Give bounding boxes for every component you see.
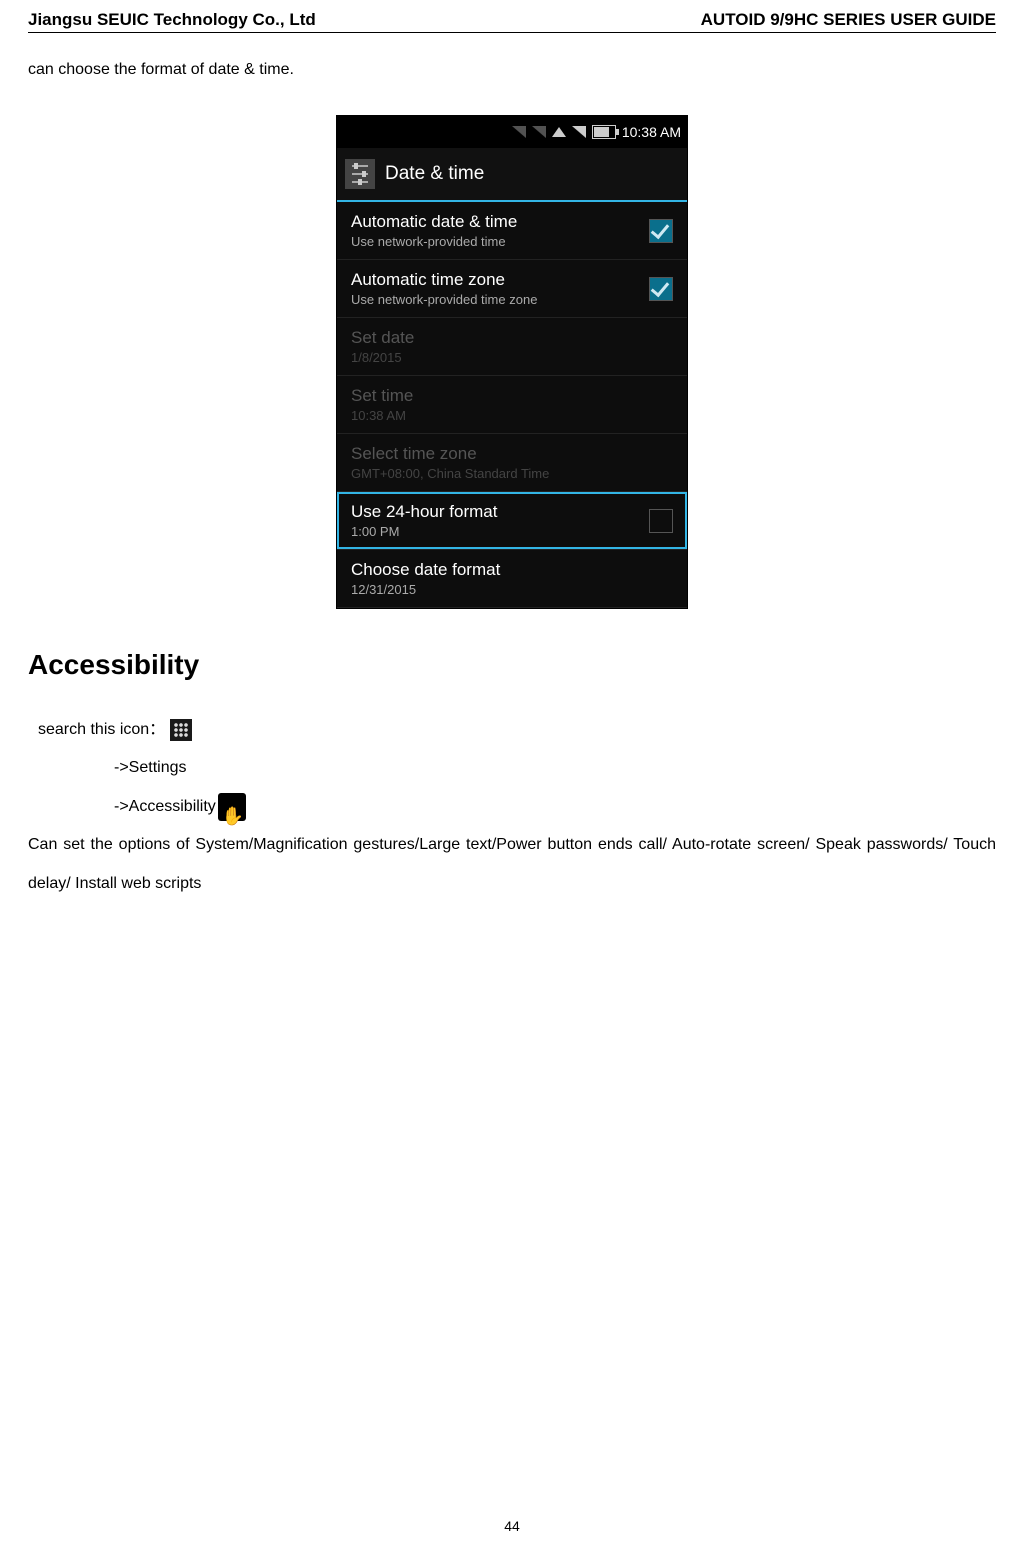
status-time: 10:38 AM — [622, 124, 681, 140]
nav-step-settings: ->Settings — [28, 749, 996, 787]
battery-icon — [592, 125, 616, 139]
row-title: Set date — [351, 328, 414, 348]
row-subtitle: Use network-provided time zone — [351, 292, 537, 307]
row-title: Use 24-hour format — [351, 502, 497, 522]
row-subtitle: 10:38 AM — [351, 408, 413, 423]
row-title: Automatic time zone — [351, 270, 537, 290]
row-title: Select time zone — [351, 444, 549, 464]
accessibility-hand-icon — [218, 793, 246, 821]
accessibility-description: Can set the options of System/Magnificat… — [28, 826, 996, 903]
checkbox[interactable] — [649, 219, 673, 243]
checkbox[interactable] — [649, 509, 673, 533]
settings-sliders-icon — [345, 159, 375, 189]
screenshot-figure: 10:38 AM Date & time Automatic date & ti… — [28, 115, 996, 609]
row-subtitle: 12/31/2015 — [351, 582, 500, 597]
titlebar-text: Date & time — [385, 163, 484, 185]
sim1-signal-icon — [512, 126, 526, 138]
search-icon-line: search this icon： — [28, 711, 996, 749]
row-subtitle: 1:00 PM — [351, 524, 497, 539]
settings-row-2: Set date 1/8/2015 — [337, 318, 687, 376]
section-heading-accessibility: Accessibility — [28, 649, 996, 681]
nav-step-accessibility-text: ->Accessibility — [114, 788, 216, 826]
nav-step-settings-text: ->Settings — [114, 749, 186, 787]
row-subtitle: 1/8/2015 — [351, 350, 414, 365]
page-header: Jiangsu SEUIC Technology Co., Ltd AUTOID… — [28, 10, 996, 30]
search-icon-label: search this icon： — [38, 721, 165, 738]
settings-titlebar: Date & time — [337, 148, 687, 202]
header-divider — [28, 32, 996, 33]
row-subtitle: Use network-provided time — [351, 234, 517, 249]
settings-row-1[interactable]: Automatic time zone Use network-provided … — [337, 260, 687, 318]
settings-row-5[interactable]: Use 24-hour format 1:00 PM — [337, 492, 687, 550]
sim2-signal-icon — [532, 126, 546, 138]
page-number: 44 — [0, 1518, 1024, 1534]
header-left: Jiangsu SEUIC Technology Co., Ltd — [28, 10, 316, 30]
status-bar: 10:38 AM — [337, 116, 687, 148]
row-subtitle: GMT+08:00, China Standard Time — [351, 466, 549, 481]
settings-row-6[interactable]: Choose date format 12/31/2015 — [337, 550, 687, 608]
wifi-icon — [552, 127, 566, 137]
phone-frame: 10:38 AM Date & time Automatic date & ti… — [336, 115, 688, 609]
apps-grid-icon — [170, 719, 192, 741]
settings-row-4: Select time zone GMT+08:00, China Standar… — [337, 434, 687, 492]
cell-signal-icon — [572, 126, 586, 138]
settings-row-3: Set time 10:38 AM — [337, 376, 687, 434]
row-title: Set time — [351, 386, 413, 406]
header-right: AUTOID 9/9HC SERIES USER GUIDE — [701, 10, 996, 30]
row-title: Automatic date & time — [351, 212, 517, 232]
checkbox[interactable] — [649, 277, 673, 301]
nav-step-accessibility: ->Accessibility — [28, 788, 996, 826]
row-title: Choose date format — [351, 560, 500, 580]
settings-row-0[interactable]: Automatic date & time Use network-provide… — [337, 202, 687, 260]
intro-line: can choose the format of date & time. — [28, 61, 996, 79]
